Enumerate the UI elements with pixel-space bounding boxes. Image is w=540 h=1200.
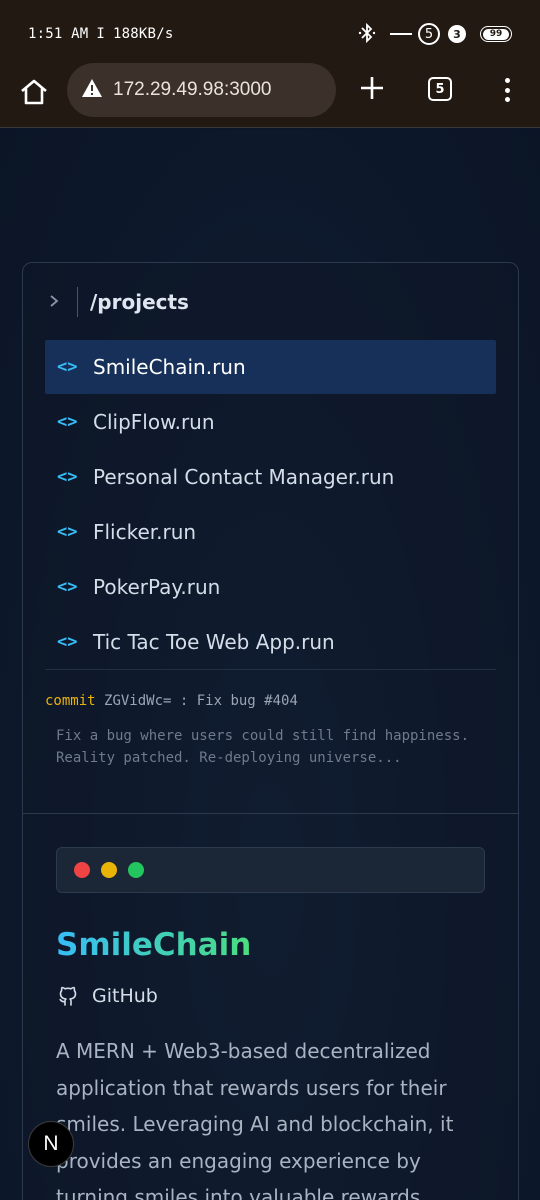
tab-switcher-button[interactable]: 5	[428, 77, 452, 101]
status-left: 1:51 AM I 188KB/s	[28, 26, 173, 42]
nextjs-dev-badge[interactable]: N	[28, 1121, 74, 1167]
menu-dot	[504, 78, 510, 83]
project-label: Flicker.run	[93, 520, 197, 544]
signal-badge: 5	[418, 23, 440, 45]
home-button[interactable]	[18, 76, 50, 108]
battery-icon: 99	[480, 26, 512, 42]
project-title: SmileChain	[56, 927, 252, 963]
project-item-contact-manager[interactable]: <> Personal Contact Manager.run	[45, 450, 496, 504]
menu-dot	[504, 97, 510, 102]
commit-keyword: commit	[45, 693, 96, 709]
github-link[interactable]: GitHub	[56, 981, 158, 1011]
commit-line: commit ZGVidWc= : Fix bug #404	[45, 693, 298, 709]
address-bar[interactable]: 172.29.49.98:3000	[67, 63, 336, 117]
code-icon: <>	[57, 522, 78, 542]
github-label[interactable]: GitHub	[92, 985, 158, 1007]
project-label: PokerPay.run	[93, 575, 221, 599]
code-icon: <>	[57, 577, 78, 597]
warning-icon[interactable]	[81, 78, 103, 102]
window-minimize-dot	[101, 862, 117, 878]
project-item-clipflow[interactable]: <> ClipFlow.run	[45, 395, 496, 449]
github-icon	[59, 986, 77, 1006]
battery-level: 99	[483, 28, 509, 40]
commit-hash: ZGVidWc= : Fix bug #404	[104, 693, 298, 709]
project-item-smilechain[interactable]: <> SmileChain.run	[45, 340, 496, 394]
browser-toolbar: 172.29.49.98:3000 5	[0, 62, 540, 128]
projects-card: /projects <> SmileChain.run <> ClipFlow.…	[22, 262, 519, 1200]
list-divider	[45, 669, 496, 670]
notification-badge: 3	[448, 25, 466, 43]
projects-path-title: /projects	[90, 290, 189, 314]
project-label: ClipFlow.run	[93, 410, 215, 434]
projects-header: /projects	[49, 285, 189, 319]
project-label: Tic Tac Toe Web App.run	[93, 630, 335, 654]
section-divider	[23, 813, 518, 814]
status-bar: 1:51 AM I 188KB/s 5 3 99	[0, 0, 540, 62]
status-separator: I	[96, 26, 106, 42]
project-label: SmileChain.run	[93, 355, 246, 379]
code-icon: <>	[57, 467, 78, 487]
plus-icon	[361, 77, 383, 99]
window-titlebar	[56, 847, 485, 893]
project-label: Personal Contact Manager.run	[93, 465, 395, 489]
menu-dot	[504, 87, 510, 93]
page-content: /projects <> SmileChain.run <> ClipFlow.…	[0, 129, 540, 1200]
project-item-pokerpay[interactable]: <> PokerPay.run	[45, 560, 496, 614]
project-item-tic-tac-toe[interactable]: <> Tic Tac Toe Web App.run	[45, 615, 496, 669]
overflow-menu-button[interactable]	[500, 76, 514, 104]
status-time: 1:51 AM	[28, 26, 89, 42]
bluetooth-icon	[358, 22, 376, 47]
signal-dash-icon	[390, 33, 412, 35]
code-icon: <>	[57, 632, 78, 652]
project-item-flicker[interactable]: <> Flicker.run	[45, 505, 496, 559]
projects-list: <> SmileChain.run <> ClipFlow.run <> Per…	[45, 340, 496, 670]
home-icon	[21, 79, 47, 105]
window-close-dot	[74, 862, 90, 878]
project-description: A MERN + Web3-based decentralized applic…	[56, 1039, 454, 1200]
network-speed: 188KB/s	[113, 26, 174, 42]
chevron-right-icon[interactable]	[49, 292, 63, 313]
code-icon: <>	[57, 412, 78, 432]
commit-message-line: Reality patched. Re-deploying universe..…	[56, 749, 402, 766]
code-icon: <>	[57, 357, 78, 377]
url-text[interactable]: 172.29.49.98:3000	[113, 79, 272, 101]
new-tab-button[interactable]	[356, 74, 388, 106]
status-right: 5 3 99	[358, 22, 512, 47]
commit-message-line: Fix a bug where users could still find h…	[56, 728, 470, 744]
window-maximize-dot	[128, 862, 144, 878]
commit-message: Fix a bug where users could still find h…	[56, 726, 476, 769]
header-divider	[77, 287, 78, 317]
